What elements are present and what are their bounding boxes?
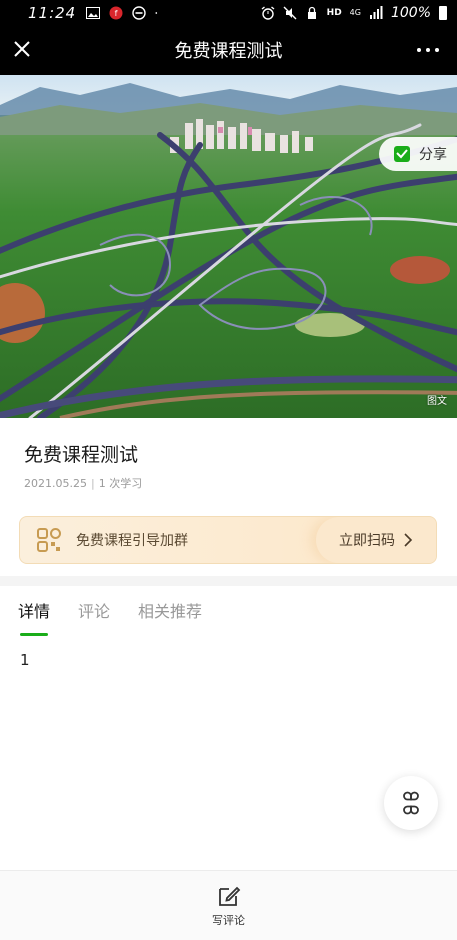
app-badge-icon: f xyxy=(109,6,123,19)
write-comment-button[interactable]: 写评论 xyxy=(212,883,245,928)
write-comment-label: 写评论 xyxy=(212,914,245,927)
signal-bars-icon xyxy=(369,5,383,19)
scan-now-label: 立即扫码 xyxy=(339,533,395,549)
qr-code-icon xyxy=(37,528,61,552)
page-title: 免费课程测试 xyxy=(174,41,283,62)
gallery-icon xyxy=(86,6,101,19)
battery-label: 100% xyxy=(390,4,431,21)
status-time: 11:24 xyxy=(28,3,77,22)
course-cover-image: 分享 图文 xyxy=(0,75,457,418)
signal-label: 4G xyxy=(349,8,361,17)
tab-details[interactable]: 详情 xyxy=(18,586,50,638)
dnd-icon xyxy=(132,5,146,20)
wechat-share-icon xyxy=(394,146,410,162)
section-divider xyxy=(0,576,457,586)
nav-bar: 免费课程测试 xyxy=(0,25,457,75)
close-icon[interactable] xyxy=(11,38,33,60)
course-title: 免费课程测试 xyxy=(24,444,139,466)
mute-icon xyxy=(283,6,297,19)
content-tabs: 详情 评论 相关推荐 xyxy=(0,586,457,638)
chevron-right-icon xyxy=(404,533,413,547)
banner-text: 免费课程引导加群 xyxy=(76,533,188,549)
tab-comments[interactable]: 评论 xyxy=(78,586,110,638)
status-bar: 11:24 f HD 4G 100% xyxy=(0,0,457,25)
alarm-icon xyxy=(261,5,275,20)
highway-interchange-image xyxy=(0,75,457,418)
more-dot xyxy=(435,48,439,52)
svg-text:f: f xyxy=(115,9,118,18)
share-label: 分享 xyxy=(419,147,447,163)
meta-separator: | xyxy=(90,476,95,490)
study-count: 1 次学习 xyxy=(98,477,143,490)
status-right: HD 4G 100% xyxy=(261,5,447,21)
course-meta: 2021.05.25 | 1 次学习 xyxy=(24,475,142,491)
network-label: HD xyxy=(326,7,342,18)
tab-recommendations[interactable]: 相关推荐 xyxy=(138,586,202,638)
scan-now-button[interactable]: 立即扫码 xyxy=(316,517,436,563)
dot-icon xyxy=(155,11,158,14)
grid-menu-icon xyxy=(403,791,419,815)
lock-icon xyxy=(307,6,316,19)
status-left-icons: f xyxy=(86,5,161,20)
join-group-banner[interactable]: 免费课程引导加群 立即扫码 xyxy=(19,516,437,564)
detail-content: 1 xyxy=(20,651,30,669)
course-date: 2021.05.25 xyxy=(24,476,87,490)
battery-icon xyxy=(439,5,447,20)
more-dot xyxy=(426,48,430,52)
share-button[interactable]: 分享 xyxy=(379,137,457,171)
bottom-bar: 写评论 xyxy=(0,870,457,940)
content-type-tag: 图文 xyxy=(427,396,447,407)
more-menu-button[interactable] xyxy=(417,39,439,61)
more-dot xyxy=(417,48,421,52)
floating-menu-button[interactable] xyxy=(384,776,438,830)
edit-icon xyxy=(218,886,240,906)
